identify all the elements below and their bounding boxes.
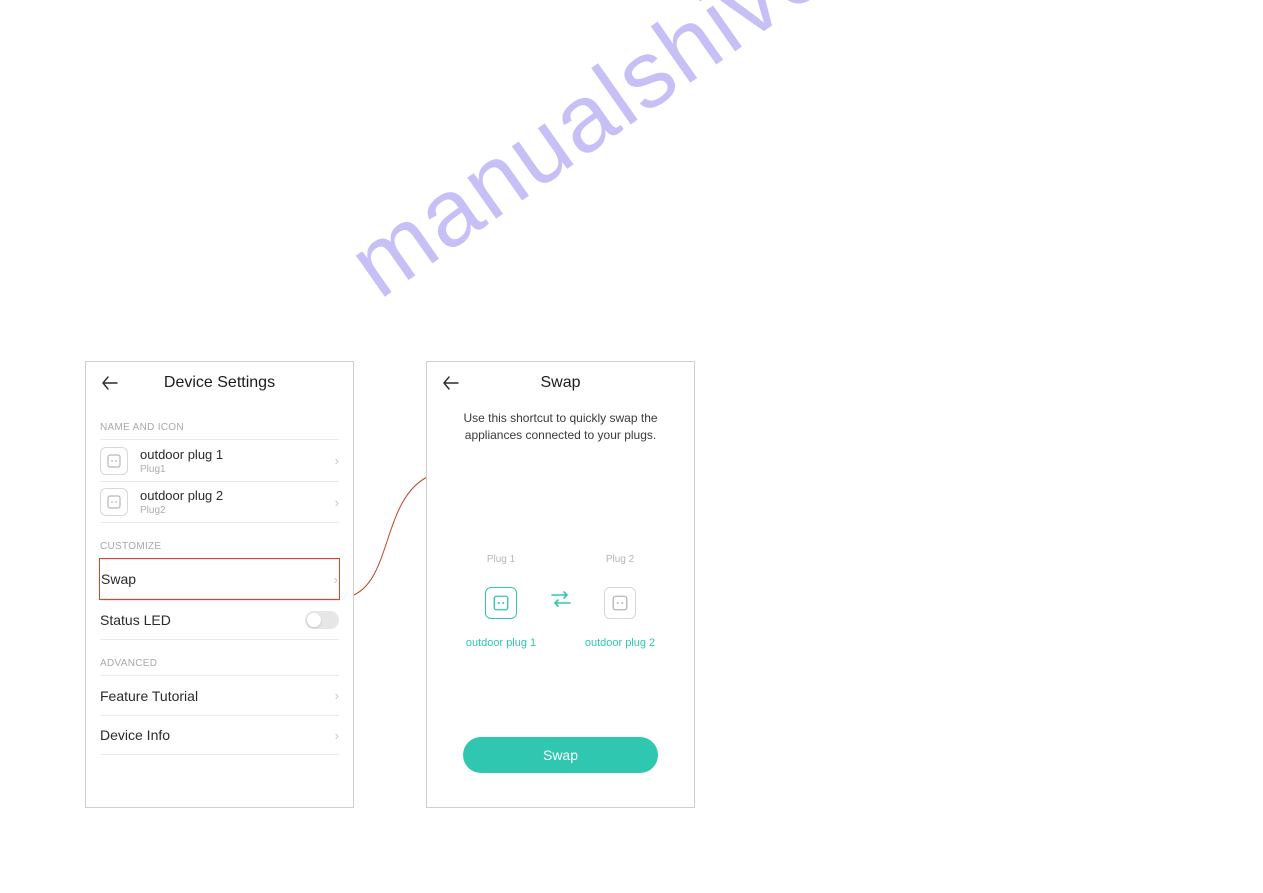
- status-led-toggle[interactable]: [305, 611, 339, 629]
- header: Device Settings: [86, 362, 353, 404]
- swap-arrows-icon: [549, 589, 573, 614]
- swap-plug-1[interactable]: Plug 1 outdoor plug 1: [461, 554, 541, 649]
- device-settings-screen: Device Settings NAME AND ICON outdoor pl…: [85, 361, 354, 808]
- swap-row[interactable]: Swap ›: [101, 559, 338, 599]
- plug-icon: [100, 488, 128, 516]
- swap-plug-2[interactable]: Plug 2 outdoor plug 2: [580, 554, 660, 649]
- plug-name: outdoor plug 2: [585, 637, 655, 649]
- chevron-right-icon: ›: [335, 688, 339, 703]
- plug-icon: [485, 587, 517, 619]
- plug-row-2[interactable]: outdoor plug 2 Plug2 ›: [100, 481, 339, 523]
- section-advanced: ADVANCED: [86, 640, 353, 675]
- swap-label: Swap: [101, 571, 334, 587]
- section-name-and-icon: NAME AND ICON: [86, 404, 353, 439]
- plug-sublabel: Plug1: [140, 464, 335, 475]
- swap-button[interactable]: Swap: [463, 737, 658, 773]
- swap-screen: Swap Use this shortcut to quickly swap t…: [426, 361, 695, 808]
- watermark-text: manualshive.com: [330, 0, 1023, 319]
- chevron-right-icon: ›: [335, 453, 339, 468]
- plug-name: outdoor plug 1: [466, 637, 536, 649]
- swap-area: Plug 1 outdoor plug 1 Plug 2 outdoor plu…: [427, 444, 694, 649]
- plug-name: outdoor plug 1: [140, 447, 335, 462]
- plug-sublabel: Plug2: [140, 505, 335, 516]
- plug-name: outdoor plug 2: [140, 488, 335, 503]
- plug-row-1[interactable]: outdoor plug 1 Plug1 ›: [100, 439, 339, 481]
- chevron-right-icon: ›: [335, 495, 339, 510]
- header: Swap: [427, 362, 694, 404]
- section-customize: CUSTOMIZE: [86, 523, 353, 558]
- plug-icon: [604, 587, 636, 619]
- page-title: Device Settings: [86, 374, 353, 392]
- swap-row-highlight: Swap ›: [99, 558, 340, 600]
- device-info-label: Device Info: [100, 727, 335, 743]
- chevron-right-icon: ›: [335, 728, 339, 743]
- chevron-right-icon: ›: [334, 572, 338, 587]
- plug-label: Plug 2: [606, 554, 634, 565]
- status-led-row[interactable]: Status LED: [100, 600, 339, 640]
- swap-description: Use this shortcut to quickly swap the ap…: [427, 404, 694, 444]
- feature-tutorial-label: Feature Tutorial: [100, 688, 335, 704]
- feature-tutorial-row[interactable]: Feature Tutorial ›: [100, 675, 339, 715]
- plug-icon: [100, 447, 128, 475]
- page-title: Swap: [427, 374, 694, 392]
- device-info-row[interactable]: Device Info ›: [100, 715, 339, 755]
- plug-label: Plug 1: [487, 554, 515, 565]
- connector-line: [344, 470, 434, 610]
- status-led-label: Status LED: [100, 612, 305, 628]
